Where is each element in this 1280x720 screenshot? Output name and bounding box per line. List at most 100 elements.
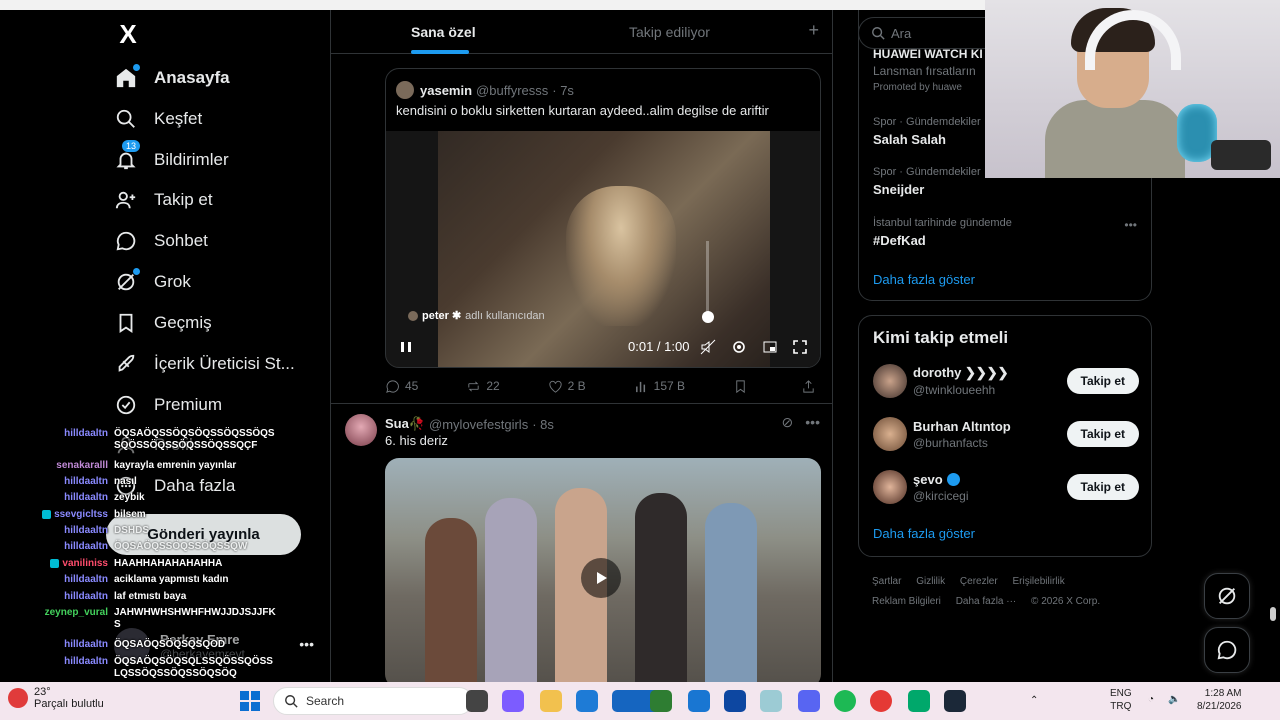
footer-link[interactable]: Çerezler (960, 576, 998, 587)
tab-for-you[interactable]: Sana özel (411, 24, 476, 40)
xbox-icon[interactable] (650, 690, 672, 712)
nav-premium[interactable]: Premium (114, 390, 222, 420)
app-icon[interactable] (908, 690, 930, 712)
follow-suggestion[interactable]: şevo @kircicegi Takip et (873, 467, 1139, 507)
weather-widget[interactable]: 23° Parçalı bulutlu (8, 686, 104, 710)
mute-icon[interactable] (700, 339, 716, 355)
person-add-icon (114, 188, 138, 212)
video-frame (425, 518, 477, 682)
nav-creator-studio[interactable]: İçerik Üreticisi St... (114, 349, 295, 379)
nav-notifications-label: Bildirimler (154, 150, 229, 169)
nav-chat[interactable]: Sohbet (114, 226, 208, 256)
promoted-trend[interactable]: HUAWEI WATCH KI Lansman fırsatların Prom… (873, 47, 983, 93)
bookmark-icon (736, 379, 745, 393)
settings-gear-icon[interactable] (760, 690, 782, 712)
more-dots-icon[interactable]: ••• (299, 636, 314, 652)
trend-item[interactable]: Spor · Gündemdekiler Salah Salah (873, 116, 981, 147)
grok-icon[interactable]: ⊘ (782, 414, 794, 431)
settings-gear-icon[interactable] (731, 339, 747, 355)
chat-message: senakaralll kayrayla emrenin yayınlar (56, 460, 237, 471)
post-author-handle[interactable]: @mylovefestgirls (429, 417, 528, 432)
nav-bookmarks[interactable]: Geçmiş (114, 308, 212, 338)
avatar[interactable] (873, 364, 907, 398)
nav-home[interactable]: Anasayfa (114, 63, 230, 93)
nav-home-label: Anasayfa (154, 68, 230, 87)
file-explorer-icon[interactable] (540, 690, 562, 712)
views-stat[interactable]: 157 B (634, 376, 685, 396)
show-more-follow-link[interactable]: Daha fazla göster (873, 526, 975, 541)
quoted-post-time: · 7s (552, 82, 574, 98)
pip-icon[interactable] (762, 339, 778, 355)
discord-icon[interactable] (798, 690, 820, 712)
task-view-icon[interactable] (466, 690, 488, 712)
volume-icon[interactable]: 🔈 (1168, 693, 1180, 706)
avatar[interactable] (873, 470, 907, 504)
footer-link[interactable]: Şartlar (872, 576, 901, 587)
follow-button[interactable]: Takip et (1066, 474, 1139, 500)
video-thumbnail[interactable] (385, 458, 821, 682)
add-tab-icon[interactable]: + (808, 20, 819, 41)
messages-fab[interactable] (1204, 627, 1250, 673)
avatar[interactable] (873, 417, 907, 451)
chrome-icon[interactable] (870, 690, 892, 712)
scrollbar[interactable] (1270, 607, 1276, 621)
quoted-author-handle[interactable]: @buffyresss (476, 83, 548, 98)
avatar[interactable] (345, 414, 377, 446)
nav-chat-label: Sohbet (154, 231, 208, 250)
footer-link[interactable]: Erişilebilirlik (1012, 576, 1064, 587)
more-dots-icon[interactable]: ••• (1124, 218, 1137, 232)
quoted-author-name[interactable]: yasemin (420, 83, 472, 98)
nav-explore[interactable]: Keşfet (114, 104, 202, 134)
trend-item[interactable]: Spor · Gündemdekiler Sneijder (873, 166, 981, 197)
language-indicator[interactable]: ENG TRQ (1110, 687, 1132, 713)
video-player[interactable]: peter ✱ adlı kullanıcıdan 0:01 / 1:00 (386, 131, 820, 367)
more-dots-icon[interactable]: ••• (805, 414, 820, 431)
fullscreen-icon[interactable] (792, 339, 808, 355)
post-author-name[interactable]: Sua🥀 (385, 416, 425, 432)
timeline[interactable]: Sana özel Takip ediliyor + yasemin @buff… (330, 10, 833, 682)
verified-badge-icon (114, 393, 138, 417)
wifi-icon[interactable]: ◔ (1148, 693, 1154, 706)
chevron-up-icon[interactable]: ⌃ (1030, 694, 1038, 707)
tab-following[interactable]: Takip ediliyor (629, 24, 710, 40)
footer-link[interactable]: Daha fazla ··· (956, 596, 1017, 607)
spotify-icon[interactable] (834, 690, 856, 712)
chat-message: zeynep_vural JAHWHWHSHWHFHWJJDJSJJFKS (44, 607, 276, 630)
pause-icon[interactable] (398, 339, 414, 355)
trend-item[interactable]: İstanbul tarihinde gündemde #DefKad (873, 217, 1012, 248)
nav-follow[interactable]: Takip et (114, 185, 213, 215)
volume-slider[interactable] (706, 241, 709, 315)
nav-grok[interactable]: Grok (114, 267, 191, 297)
quoted-post[interactable]: yasemin @buffyresss · 7s kendisini o bok… (385, 68, 821, 368)
nav-notifications[interactable]: 13 Bildirimler (114, 140, 229, 175)
store-icon[interactable] (576, 690, 598, 712)
outlook-icon[interactable] (688, 690, 710, 712)
taskbar-search[interactable]: Search (273, 687, 473, 715)
volume-knob[interactable] (702, 311, 714, 323)
clock[interactable]: 1:28 AM 8/21/2026 (1197, 687, 1242, 713)
webcam-person (1045, 100, 1185, 178)
active-tab-indicator (411, 50, 469, 54)
show-more-trends-link[interactable]: Daha fazla göster (873, 272, 975, 287)
bookmark-button[interactable] (733, 376, 753, 396)
grok-fab[interactable] (1204, 573, 1250, 619)
follow-button[interactable]: Takip et (1066, 368, 1139, 394)
footer-link[interactable]: Gizlilik (916, 576, 945, 587)
chat-message: hilldaaltn ÖQSAÖQSSÖQSSÖQSSQW (64, 541, 248, 552)
repost-button[interactable]: 22 (466, 376, 500, 396)
timeline-post[interactable]: Sua🥀 @mylovefestgirls · 8s 6. his deriz … (331, 404, 832, 682)
x-logo-icon[interactable]: X (114, 20, 142, 48)
share-button[interactable] (801, 376, 821, 396)
follow-button[interactable]: Takip et (1066, 421, 1139, 447)
app-icon[interactable] (724, 690, 746, 712)
quoted-post-text: kendisini o boklu sirketten kurtaran ayd… (396, 103, 769, 118)
follow-suggestion[interactable]: Burhan Altıntop @burhanfacts Takip et (873, 414, 1139, 454)
copilot-icon[interactable] (502, 690, 524, 712)
like-button[interactable]: 2 B (548, 376, 586, 396)
footer-link[interactable]: Reklam Bilgileri (872, 596, 941, 607)
reply-button[interactable]: 45 (385, 376, 418, 396)
windows-start-icon[interactable] (240, 691, 260, 711)
follow-suggestion[interactable]: dorothy ❯❯❯❯ @twinkloueehh Takip et (873, 361, 1139, 401)
steam-icon[interactable] (944, 690, 966, 712)
play-icon[interactable] (581, 558, 621, 598)
